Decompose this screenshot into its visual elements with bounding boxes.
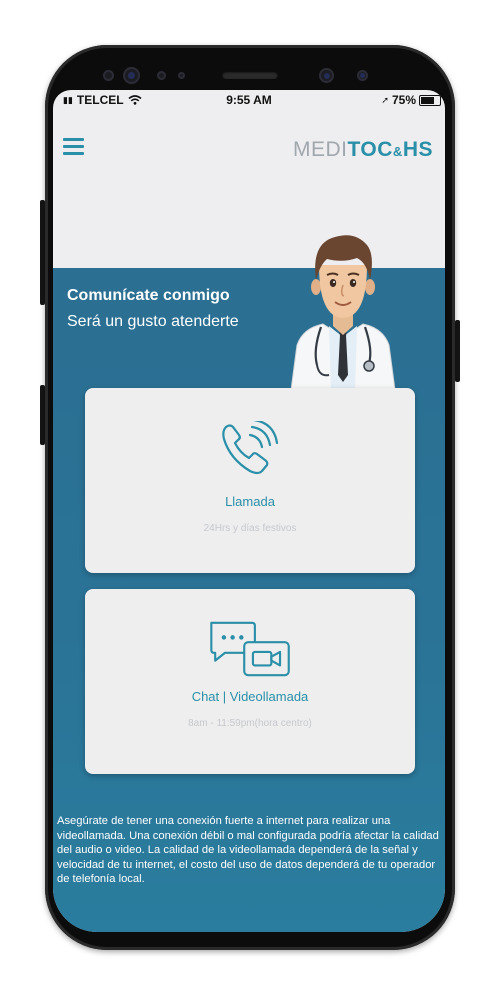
- location-arrow-icon: ➚: [381, 94, 389, 105]
- phone-side-button-right: [455, 320, 460, 382]
- connection-notice: Asegúrate de tener una conexión fuerte a…: [57, 815, 439, 885]
- doctor-illustration: [290, 235, 396, 390]
- sensor-icon: [157, 71, 166, 80]
- iris-sensor-icon: [357, 70, 368, 81]
- chat-video-icon: [210, 621, 290, 677]
- status-bar: ▮▮ TELCEL 9:55 AM ➚ 75%: [53, 90, 445, 110]
- chat-video-option-hours: 8am - 11:59pm(hora centro): [188, 718, 312, 729]
- iris-camera-icon: [319, 68, 334, 83]
- sensor-icon: [103, 70, 114, 81]
- chat-video-option-title: Chat | Videollamada: [191, 689, 309, 704]
- status-right: ➚ 75%: [381, 93, 441, 107]
- meditoc-logo: MEDITOC&HS: [292, 138, 433, 161]
- hamburger-menu-icon[interactable]: [63, 138, 84, 156]
- hero-title: Comunícate conmigo: [67, 287, 230, 304]
- sensor-icon: [178, 72, 185, 79]
- chat-video-option-card[interactable]: Chat | Videollamada 8am - 11:59pm(hora c…: [85, 589, 415, 774]
- front-camera-icon: [123, 67, 140, 84]
- app-screen: ▮▮ TELCEL 9:55 AM ➚ 75% MEDITOC&HS Comun…: [53, 90, 445, 932]
- earpiece-speaker: [222, 71, 278, 79]
- battery-icon: [419, 94, 441, 106]
- call-option-hours: 24Hrs y días festivos: [203, 523, 297, 534]
- hero-subtitle: Será un gusto atenderte: [67, 313, 239, 330]
- phone-ringing-icon: [222, 421, 279, 475]
- battery-percent: 75%: [391, 93, 416, 107]
- app-header: MEDITOC&HS: [53, 110, 445, 180]
- call-option-title: Llamada: [225, 494, 275, 509]
- call-option-card[interactable]: Llamada 24Hrs y días festivos: [85, 388, 415, 573]
